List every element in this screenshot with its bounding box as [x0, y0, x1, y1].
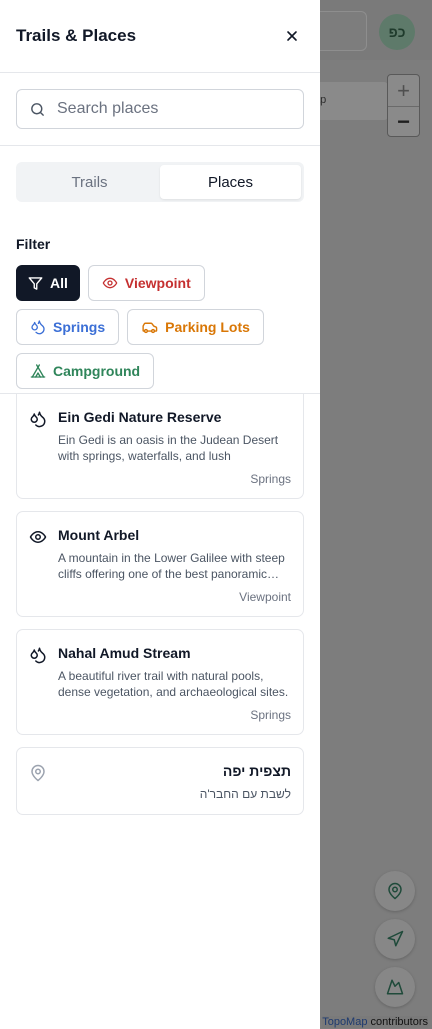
locate-me-button[interactable]: [375, 919, 415, 959]
filter-chip-viewpoint[interactable]: Viewpoint: [87, 265, 205, 301]
places-list: Ein Gedi Nature Reserve Ein Gedi is an o…: [0, 394, 320, 815]
tab-trails[interactable]: Trails: [19, 165, 160, 199]
eye-icon: [102, 277, 118, 289]
place-title: Nahal Amud Stream: [58, 645, 191, 661]
droplets-icon: [30, 411, 46, 428]
place-card[interactable]: Mount Arbel A mountain in the Lower Gali…: [16, 511, 304, 617]
filter-chip-campground[interactable]: Campground: [16, 353, 155, 389]
place-card[interactable]: Ein Gedi Nature Reserve Ein Gedi is an o…: [16, 394, 304, 499]
tabs-section: Trails Places: [0, 146, 320, 202]
terrain-button[interactable]: [375, 967, 415, 1007]
map-area[interactable]: כפ ap + − TopoMap contributors: [310, 0, 432, 1029]
navigation-icon: [387, 930, 404, 947]
filter-chip-all[interactable]: All: [16, 265, 80, 301]
droplets-icon: [31, 320, 45, 335]
attribution-text: contributors: [367, 1016, 428, 1028]
place-description: A beautiful river trail with natural poo…: [58, 669, 289, 699]
map-topbar: כפ: [310, 0, 432, 60]
filter-chip-parking-lots[interactable]: Parking Lots: [127, 309, 264, 345]
zoom-out-button[interactable]: −: [388, 106, 419, 136]
search-icon: [31, 102, 44, 116]
filter-label: Filter: [16, 236, 51, 252]
map-attribution: TopoMap contributors: [322, 1016, 428, 1028]
place-description: Ein Gedi is an oasis in the Judean Deser…: [58, 433, 279, 463]
attribution-link[interactable]: TopoMap: [322, 1016, 367, 1028]
close-button[interactable]: [280, 24, 304, 48]
mountain-icon: [386, 979, 404, 995]
panel-title: Trails & Places: [16, 26, 137, 45]
place-description: לשבת עם החבר'ה: [199, 787, 291, 801]
filter-chip-label: Campground: [53, 363, 141, 379]
car-icon: [142, 322, 158, 333]
filter-chip-label: Viewpoint: [124, 275, 191, 291]
view-tabs: Trails Places: [16, 162, 304, 202]
filter-section: Filter All Viewpoint Springs Parking Lot…: [0, 236, 320, 394]
zoom-control: + −: [387, 74, 420, 137]
zoom-in-button[interactable]: +: [388, 75, 419, 106]
close-icon: [287, 31, 297, 41]
eye-icon: [29, 531, 47, 543]
panel-header: Trails & Places: [0, 0, 320, 73]
place-title: Mount Arbel: [58, 527, 140, 543]
filter-chip-springs[interactable]: Springs: [16, 309, 120, 345]
places-panel: Trails & Places Trails Places Filter All…: [0, 0, 320, 1029]
place-title: Ein Gedi Nature Reserve: [58, 409, 222, 425]
avatar[interactable]: כפ: [379, 14, 415, 50]
search-section: [0, 73, 320, 146]
filter-chip-label: All: [50, 275, 68, 291]
place-card[interactable]: תצפית יפה לשבת עם החבר'ה: [16, 747, 304, 815]
place-title: תצפית יפה: [222, 763, 291, 779]
place-type: Viewpoint: [239, 590, 291, 604]
filter-chips: All Viewpoint Springs Parking Lots Campg…: [16, 265, 304, 389]
search-box[interactable]: [16, 89, 304, 129]
place-type: Springs: [250, 472, 291, 486]
map-pin-icon: [388, 882, 402, 900]
funnel-icon: [28, 276, 43, 290]
map-layer-chip[interactable]: ap: [314, 82, 388, 120]
tab-places[interactable]: Places: [160, 165, 301, 199]
add-place-button[interactable]: [375, 871, 415, 911]
tent-icon: [30, 364, 46, 378]
place-description: A mountain in the Lower Galilee with ste…: [58, 551, 285, 581]
search-input[interactable]: [57, 100, 277, 118]
place-type: Springs: [250, 708, 291, 722]
droplets-icon: [30, 647, 46, 664]
filter-chip-label: Springs: [53, 319, 106, 335]
map-pin-icon: [31, 764, 45, 782]
filter-chip-label: Parking Lots: [165, 319, 250, 335]
place-card[interactable]: Nahal Amud Stream A beautiful river trai…: [16, 629, 304, 735]
